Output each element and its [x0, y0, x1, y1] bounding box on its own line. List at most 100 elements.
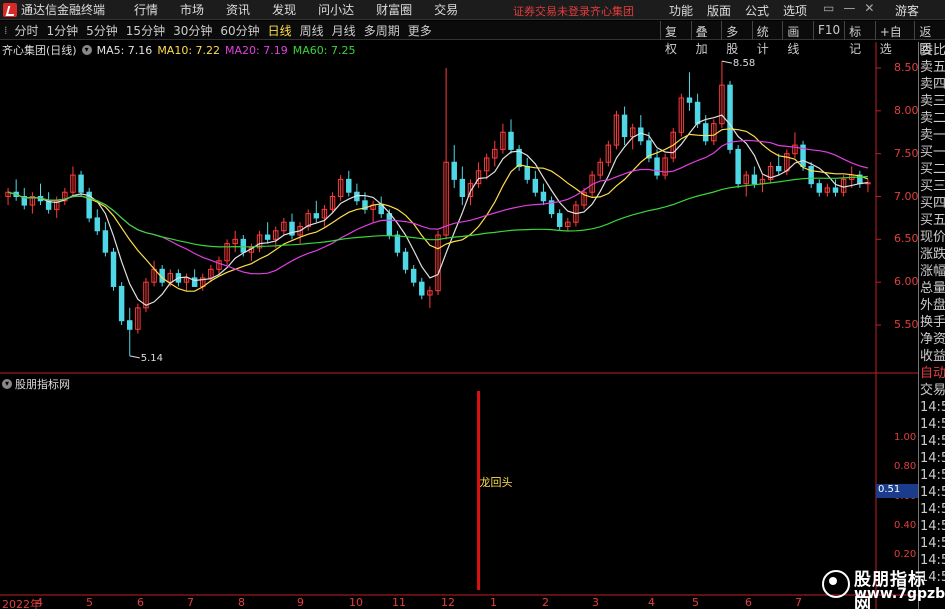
time-axis-label: 4: [36, 596, 43, 609]
indicator-axis-label: 0.20: [894, 549, 917, 560]
sidebar-item[interactable]: 自动: [919, 365, 945, 382]
minimize-icon[interactable]: —: [843, 1, 855, 15]
chart-tool-button[interactable]: 画线: [782, 21, 813, 56]
period-tab[interactable]: 更多: [404, 22, 436, 39]
chart-tool-button[interactable]: F10: [812, 21, 844, 40]
period-tab[interactable]: 1分钟: [43, 22, 83, 39]
sidebar-item[interactable]: 卖三: [919, 93, 945, 110]
chart-tool-button[interactable]: 统计: [751, 21, 783, 56]
price-axis-label: 5.50: [894, 318, 919, 331]
period-tab[interactable]: 周线: [296, 22, 328, 39]
sidebar-item[interactable]: 14:56: [919, 518, 945, 535]
sidebar-item[interactable]: 14:56: [919, 484, 945, 501]
period-tab[interactable]: 5分钟: [82, 22, 122, 39]
period-toolbar: ⁞ 分时 1分钟 5分钟 15分钟 30分钟 60分钟 日线 周线 月线 多周期 更多 复权 叠加 多股…: [0, 21, 945, 56]
guest-label[interactable]: 游客: [895, 2, 919, 19]
low-price-label: 5.14: [141, 353, 163, 364]
sidebar-item[interactable]: 涨幅: [919, 263, 945, 280]
chart-tools: 复权 叠加 多股 统计 画线 F10 标记 +自选 返回: [660, 21, 945, 56]
sidebar-item[interactable]: 买五: [919, 212, 945, 229]
candle-body: [751, 174, 758, 185]
sidebar-item[interactable]: 外盘: [919, 297, 945, 314]
candle-body: [78, 174, 84, 193]
price-axis-label: 7.50: [894, 146, 919, 160]
sidebar-item[interactable]: 14:56: [919, 467, 945, 484]
sidebar-item[interactable]: 卖一: [919, 127, 945, 144]
period-tab[interactable]: 15分钟: [122, 22, 169, 39]
sidebar-item[interactable]: 买四: [919, 195, 945, 212]
signal-label: 龙回头: [480, 476, 513, 489]
sidebar-item[interactable]: 14:56: [919, 450, 945, 467]
sidebar-item[interactable]: 买三: [919, 178, 945, 195]
sidebar-item[interactable]: 现价: [919, 229, 945, 246]
chart-tool-button[interactable]: 多股: [721, 21, 752, 56]
sidebar-item[interactable]: 收益: [919, 348, 945, 365]
menu-news[interactable]: 资讯: [215, 1, 261, 18]
menu-formula[interactable]: 公式: [738, 2, 776, 19]
kline-chart[interactable]: 8.58 5.14 龙回头: [0, 42, 918, 609]
menu-trade[interactable]: 交易: [423, 1, 469, 18]
sidebar-item[interactable]: 委比: [919, 42, 945, 59]
indicator-dropdown-icon[interactable]: ▾: [2, 379, 12, 389]
sidebar-item[interactable]: 买一: [919, 144, 945, 161]
menu-discover[interactable]: 发现: [261, 1, 307, 18]
candle-body: [508, 131, 514, 150]
sidebar-item[interactable]: 14:56: [919, 416, 945, 433]
sidebar-item[interactable]: 14:56: [919, 501, 945, 518]
sidebar-item[interactable]: 卖二: [919, 110, 945, 127]
app-logo-icon: [3, 2, 17, 17]
time-axis-label: 3: [592, 596, 599, 609]
candle-body: [313, 213, 320, 219]
chart-tool-button[interactable]: 叠加: [690, 21, 722, 56]
candle-body: [816, 183, 823, 193]
candle-body: [686, 97, 693, 103]
sidebar-item[interactable]: 14:56: [919, 535, 945, 552]
sidebar-item[interactable]: 卖四: [919, 76, 945, 93]
sidebar-item[interactable]: 涨跌: [919, 246, 945, 263]
candle-body: [240, 238, 247, 253]
period-tab[interactable]: 60分钟: [216, 22, 263, 39]
period-tab[interactable]: 分时: [11, 22, 43, 39]
period-tab[interactable]: 30分钟: [169, 22, 216, 39]
chart-tool-button[interactable]: 标记: [844, 21, 875, 56]
candle-body: [451, 161, 457, 180]
main-menu: 行情 市场 资讯 发现 问小达 财富圈 交易: [123, 1, 469, 18]
candle-body: [118, 285, 125, 322]
menu-wealth[interactable]: 财富圈: [365, 1, 423, 18]
menu-quotes[interactable]: 行情: [123, 1, 169, 18]
sidebar-item[interactable]: 净资: [919, 331, 945, 348]
time-axis-label: 2: [542, 596, 549, 609]
menu-function[interactable]: 功能: [662, 2, 700, 19]
candle-body: [386, 213, 393, 236]
sidebar-item[interactable]: 换手: [919, 314, 945, 331]
menu-market[interactable]: 市场: [169, 1, 215, 18]
period-tab[interactable]: 日线: [264, 22, 296, 39]
time-axis-label: 5: [692, 596, 699, 609]
sidebar-item[interactable]: 总量: [919, 280, 945, 297]
login-status[interactable]: 证券交易未登录: [513, 3, 590, 19]
close-icon[interactable]: ✕: [864, 1, 874, 15]
sidebar-item[interactable]: 14:56: [919, 399, 945, 416]
period-tab[interactable]: 月线: [328, 22, 360, 39]
candle-body: [102, 230, 109, 253]
restore-icon[interactable]: ▭: [823, 1, 834, 15]
time-axis-label: 10: [349, 596, 363, 609]
low-marker-line: [129, 355, 140, 359]
sidebar-item[interactable]: 买二: [919, 161, 945, 178]
menu-layout[interactable]: 版面: [700, 2, 738, 19]
chart-tool-button[interactable]: +自选: [874, 21, 915, 56]
high-marker-line: [721, 60, 733, 64]
period-tab[interactable]: 多周期: [360, 22, 404, 39]
menu-options[interactable]: 选项: [776, 2, 814, 19]
window-controls: ▭ — ✕: [823, 1, 874, 15]
sidebar-item[interactable]: 14:56: [919, 433, 945, 450]
price-axis-label: 8.50: [894, 61, 919, 74]
sidebar-item[interactable]: 交易: [919, 382, 945, 399]
candle-body: [654, 157, 660, 176]
collapse-icon[interactable]: ⁞: [0, 24, 11, 37]
chart-tool-button[interactable]: 复权: [660, 21, 691, 56]
chart-tool-button[interactable]: 返回: [914, 21, 945, 56]
menu-ask[interactable]: 问小达: [307, 1, 365, 18]
candle-body: [556, 213, 563, 227]
sidebar-item[interactable]: 卖五: [919, 59, 945, 76]
